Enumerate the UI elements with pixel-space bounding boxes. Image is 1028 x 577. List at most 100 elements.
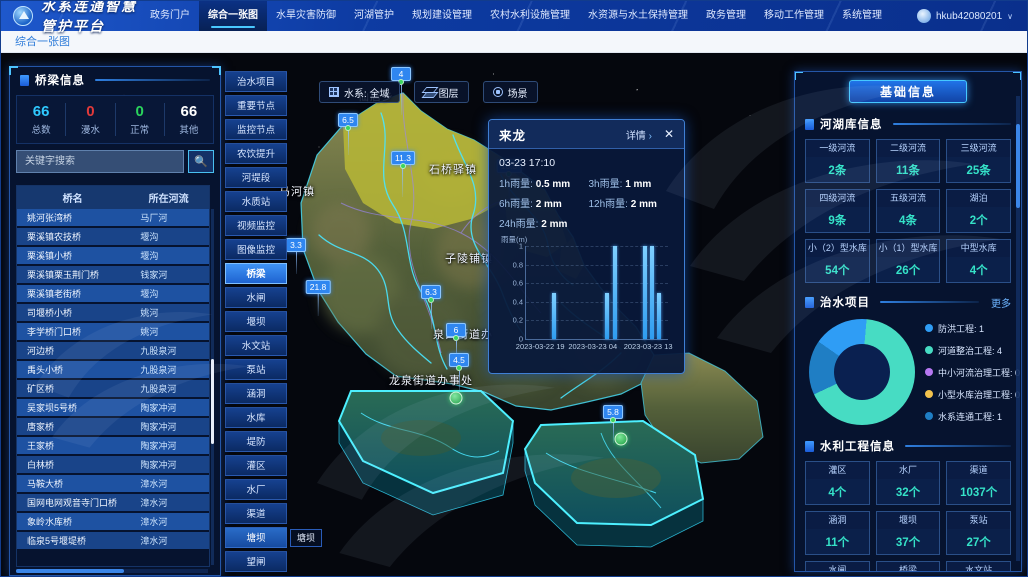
y-tick-label: 0.8 <box>513 260 523 269</box>
camera-marker-icon[interactable] <box>450 392 463 405</box>
layer-item-图像监控[interactable]: 图像监控 <box>225 239 287 260</box>
table-row[interactable]: 河边桥九股泉河 <box>17 342 209 359</box>
table-row[interactable]: 马鞍大桥漳水河 <box>17 475 209 492</box>
table-row[interactable]: 王家桥陶家冲河 <box>17 437 209 454</box>
info-card-渠道: 渠道1037个 <box>946 461 1011 505</box>
marker-value: 3.3 <box>286 238 306 252</box>
layer-item-渠道[interactable]: 渠道 <box>225 503 287 524</box>
table-vertical-scrollbar[interactable] <box>211 209 214 565</box>
layer-item-堰坝[interactable]: 堰坝 <box>225 311 287 332</box>
stat-value: 0 <box>66 103 114 120</box>
layer-item-泵站[interactable]: 泵站 <box>225 359 287 380</box>
table-row[interactable]: 唐家桥陶家冲河 <box>17 418 209 435</box>
legend-dot-icon <box>925 346 933 354</box>
rain-metric: 12h雨量: 2 mm <box>589 195 675 210</box>
nav-item-综合一张图[interactable]: 综合一张图 <box>199 1 267 31</box>
nav-item-水资源与水土保持管理[interactable]: 水资源与水土保持管理 <box>579 1 697 31</box>
table-row[interactable]: 栗溪镇农技桥堰沟 <box>17 228 209 245</box>
rain-bar <box>605 293 609 340</box>
marker-value: 6.3 <box>421 285 441 299</box>
bridge-table-header: 桥名 所在河流 <box>17 186 209 209</box>
nav-item-河湖管护[interactable]: 河湖管护 <box>345 1 403 31</box>
table-row[interactable]: 禹头小桥九股泉河 <box>17 361 209 378</box>
layer-item-视频监控[interactable]: 视频监控 <box>225 215 287 236</box>
layer-item-水文站[interactable]: 水文站 <box>225 335 287 356</box>
river-cell: 九股泉河 <box>128 363 209 376</box>
map-controls: 水系: 全域图层场景 <box>319 81 538 103</box>
table-row[interactable]: 司堰桥小桥姚河 <box>17 304 209 321</box>
water-level-marker[interactable]: 6.3 <box>421 285 441 329</box>
search-input[interactable] <box>16 150 184 173</box>
nav-item-政务门户[interactable]: 政务门户 <box>141 1 199 31</box>
table-row[interactable]: 临泉5号堰堤桥漳水河 <box>17 532 209 549</box>
scene-icon <box>493 87 503 97</box>
layer-item-涵洞[interactable]: 涵洞 <box>225 383 287 404</box>
breadcrumb[interactable]: 综合一张图 <box>1 31 1027 53</box>
marker-value: 21.8 <box>306 280 331 294</box>
nav-item-移动工作管理[interactable]: 移动工作管理 <box>755 1 833 31</box>
map-control-grid[interactable]: 水系: 全域 <box>319 81 400 103</box>
facility-cards: 灌区4个水厂32个渠道1037个涵洞11个堰坝37个泵站27个水闸47个桥梁66… <box>805 461 1011 572</box>
water-level-marker[interactable]: 5.8 <box>603 405 623 443</box>
map-town-label: 石桥驿镇 <box>429 161 477 177</box>
bridge-name-cell: 李学桥门口桥 <box>17 325 128 338</box>
info-card-四级河流: 四级河流9条 <box>805 189 870 233</box>
water-level-marker[interactable]: 21.8 <box>306 280 331 316</box>
layer-item-塘坝[interactable]: 塘坝塘坝 <box>225 527 287 548</box>
more-link[interactable]: 更多 <box>991 295 1011 310</box>
table-row[interactable]: 白林桥陶家冲河 <box>17 456 209 473</box>
layer-item-治水项目[interactable]: 治水项目 <box>225 71 287 92</box>
layer-item-水库[interactable]: 水库 <box>225 407 287 428</box>
search-button[interactable]: 🔍 <box>188 150 214 173</box>
card-label: 二级河流 <box>877 140 940 157</box>
table-row[interactable]: 姚河张湾桥马厂河 <box>17 209 209 226</box>
water-level-marker[interactable]: 6.5 <box>338 113 358 155</box>
table-row[interactable]: 栗溪镇老街桥堰沟 <box>17 285 209 302</box>
layer-item-桥梁[interactable]: 桥梁 <box>225 263 287 284</box>
app-title: 水系连通智慧管护平台 <box>41 0 141 36</box>
nav-item-政务管理[interactable]: 政务管理 <box>697 1 755 31</box>
layer-item-水闸[interactable]: 水闸 <box>225 287 287 308</box>
nav-item-规划建设管理[interactable]: 规划建设管理 <box>403 1 481 31</box>
layer-item-望闸[interactable]: 望闸 <box>225 551 287 572</box>
layer-item-监控节点[interactable]: 监控节点 <box>225 119 287 140</box>
layer-item-堤防[interactable]: 堤防 <box>225 431 287 452</box>
close-icon[interactable]: ✕ <box>664 128 674 140</box>
river-cell: 堰沟 <box>128 230 209 243</box>
panel-scrollbar[interactable] <box>1016 96 1020 561</box>
layer-item-水质站[interactable]: 水质站 <box>225 191 287 212</box>
card-value: 26个 <box>877 257 940 282</box>
marker-stem <box>459 371 460 393</box>
table-row[interactable]: 李学桥门口桥姚河 <box>17 323 209 340</box>
card-label: 中型水库 <box>947 240 1010 257</box>
user-menu[interactable]: hkub42080201 ∨ <box>917 9 1013 23</box>
table-row[interactable]: 象岭水库桥漳水河 <box>17 513 209 530</box>
table-row[interactable]: 栗溪镇小桥堰沟 <box>17 247 209 264</box>
water-level-marker[interactable]: 3.3 <box>286 238 306 274</box>
map-control-layers[interactable]: 图层 <box>414 81 469 103</box>
nav-item-系统管理[interactable]: 系统管理 <box>833 1 891 31</box>
basic-info-badge[interactable]: 基础信息 <box>849 80 967 103</box>
table-row[interactable]: 国网电网观音寺门口桥漳水河 <box>17 494 209 511</box>
map-control-scene[interactable]: 场景 <box>483 81 538 103</box>
layer-item-水厂[interactable]: 水厂 <box>225 479 287 500</box>
info-card-小（2）型水库: 小（2）型水库54个 <box>805 239 870 283</box>
layer-item-重要节点[interactable]: 重要节点 <box>225 95 287 116</box>
nav-item-水旱灾害防御[interactable]: 水旱灾害防御 <box>267 1 345 31</box>
layer-item-农饮提升[interactable]: 农饮提升 <box>225 143 287 164</box>
district-3d-left <box>339 391 513 515</box>
table-row[interactable]: 吴家坝5号桥陶家冲河 <box>17 399 209 416</box>
info-card-水闸: 水闸47个 <box>805 561 870 572</box>
nav-item-农村水利设施管理[interactable]: 农村水利设施管理 <box>481 1 579 31</box>
table-horizontal-scrollbar[interactable] <box>16 569 208 573</box>
popup-detail-link[interactable]: 详情 › <box>626 127 652 142</box>
info-card-桥梁: 桥梁66个 <box>876 561 941 572</box>
water-level-marker[interactable]: 11.3 <box>391 151 415 197</box>
card-value: 54个 <box>806 257 869 282</box>
table-row[interactable]: 栗溪镇栗玉荆门桥钱家河 <box>17 266 209 283</box>
card-value: 2个 <box>947 207 1010 232</box>
layer-item-河堤段[interactable]: 河堤段 <box>225 167 287 188</box>
table-row[interactable]: 矿区桥九股泉河 <box>17 380 209 397</box>
layer-item-灌区[interactable]: 灌区 <box>225 455 287 476</box>
water-level-marker[interactable]: 4.5 <box>449 353 469 393</box>
